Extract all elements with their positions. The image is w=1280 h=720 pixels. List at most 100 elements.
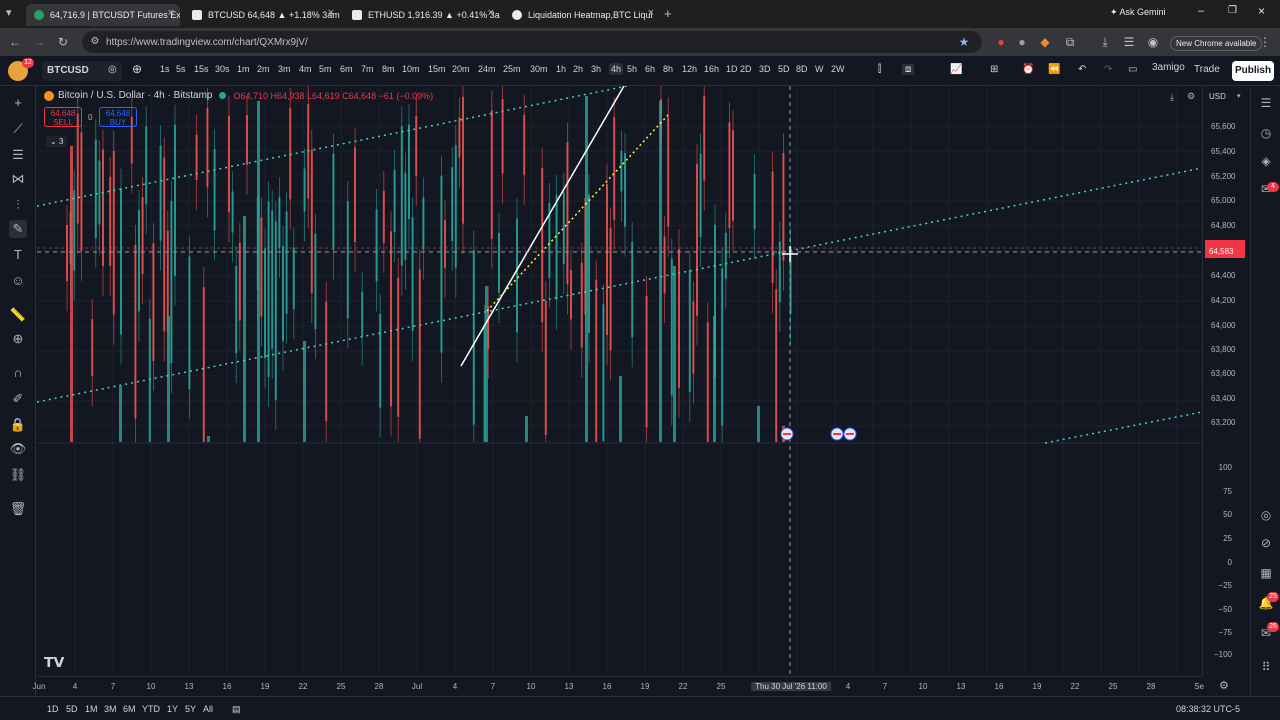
extensions-puzzle-icon[interactable]: ⧉ xyxy=(1061,33,1079,51)
interval-6m[interactable]: 6m xyxy=(340,64,353,74)
range-1Y[interactable]: 1Y xyxy=(167,704,178,714)
interval-25m[interactable]: 25m xyxy=(503,64,521,74)
crosshair-icon[interactable]: + xyxy=(9,94,27,112)
browser-tab-2[interactable]: BTCUSD 64,648 ▲ +1.18% 3am × xyxy=(184,4,340,26)
interval-20m[interactable]: 20m xyxy=(452,64,470,74)
watchlist-icon[interactable]: ☰ xyxy=(1257,94,1275,112)
range-All[interactable]: All xyxy=(203,704,213,714)
interval-3D[interactable]: 3D xyxy=(759,64,771,74)
range-1D[interactable]: 1D xyxy=(47,704,59,714)
range-3M[interactable]: 3M xyxy=(104,704,117,714)
price-axis[interactable]: USD ▾ 65,600 65,400 65,200 65,000 64,800 64,4… xyxy=(1202,86,1250,676)
magnet-icon[interactable]: ∩ xyxy=(9,364,27,382)
replay-icon[interactable]: ⏪ xyxy=(1048,64,1060,75)
more-dots-icon[interactable]: ⠿ xyxy=(1257,658,1275,676)
interval-15s[interactable]: 15s xyxy=(194,64,209,74)
back-icon[interactable]: ← xyxy=(6,33,24,51)
tab-search-icon[interactable]: ▾ xyxy=(6,6,12,19)
close-icon[interactable]: × xyxy=(328,7,334,19)
fib-icon[interactable]: ☰ xyxy=(9,146,27,164)
chevron-down-icon[interactable]: ▾ xyxy=(1237,92,1241,100)
range-5Y[interactable]: 5Y xyxy=(185,704,196,714)
interval-4h[interactable]: 4h xyxy=(609,63,624,75)
interval-7m[interactable]: 7m xyxy=(361,64,374,74)
pattern-icon[interactable]: ⋈ xyxy=(9,170,27,188)
settings-icon[interactable]: ⚙ xyxy=(1187,91,1195,102)
projection-icon[interactable]: ⫶ xyxy=(9,196,27,214)
interval-4m[interactable]: 4m xyxy=(299,64,312,74)
price-chart[interactable] xyxy=(37,86,1202,676)
ask-gemini-button[interactable]: ✦ Ask Gemini xyxy=(1110,7,1166,18)
interval-8D[interactable]: 8D xyxy=(796,64,808,74)
candle-type-icon[interactable]: ⫿ xyxy=(878,64,881,75)
interval-10m[interactable]: 10m xyxy=(402,64,420,74)
interval-16h[interactable]: 16h xyxy=(704,64,719,74)
interval-24m[interactable]: 24m xyxy=(478,64,496,74)
redo-icon[interactable]: ↷ xyxy=(1104,64,1112,75)
fullscreen-icon[interactable]: ▭ xyxy=(1128,64,1137,75)
trade-button[interactable]: Trade xyxy=(1194,64,1220,75)
layers-icon[interactable]: ◈ xyxy=(1257,152,1275,170)
forward-icon[interactable]: → xyxy=(30,33,48,51)
interval-8m[interactable]: 8m xyxy=(382,64,395,74)
close-window-button[interactable]: × xyxy=(1258,4,1265,18)
interval-15m[interactable]: 15m xyxy=(428,64,446,74)
layout-icon[interactable]: ⊞ xyxy=(990,64,998,75)
extension-icon[interactable]: ● xyxy=(992,33,1010,51)
emoji-icon[interactable]: ☺ xyxy=(9,272,27,290)
interval-8h[interactable]: 8h xyxy=(663,64,673,74)
time-axis[interactable]: Jun 4 7 10 13 16 19 22 25 28 Jul 4 7 10 13 16 19 22 25 4 7 10… xyxy=(33,676,1204,696)
interval-W[interactable]: W xyxy=(815,64,824,74)
reading-list-icon[interactable]: ☰ xyxy=(1120,33,1138,51)
date-range-icon[interactable]: ▤ xyxy=(232,704,241,715)
clock-icon[interactable]: ◷ xyxy=(1257,124,1275,142)
compare-add-icon[interactable]: ⊕ xyxy=(132,62,142,76)
interval-5m[interactable]: 5m xyxy=(319,64,332,74)
range-6M[interactable]: 6M xyxy=(123,704,136,714)
bookmark-star-icon[interactable]: ★ xyxy=(955,33,973,51)
alert-icon[interactable]: ⏰ xyxy=(1022,64,1034,75)
undo-icon[interactable]: ↶ xyxy=(1078,64,1086,75)
range-5D[interactable]: 5D xyxy=(66,704,78,714)
interval-1D[interactable]: 1D xyxy=(726,64,738,74)
utc-clock[interactable]: 08:38:32 UTC-5 xyxy=(1176,704,1240,714)
keep-drawing-icon[interactable]: ✐ xyxy=(9,390,27,408)
interval-2h[interactable]: 2h xyxy=(573,64,583,74)
indicators-icon[interactable]: 📈 xyxy=(950,64,962,75)
user-name[interactable]: 3amigo xyxy=(1152,62,1185,73)
download-icon[interactable]: ⤓ xyxy=(1096,33,1114,51)
gear-icon[interactable]: ⚙ xyxy=(1219,679,1229,692)
tradingview-logo[interactable]: 𝗧𝗩 xyxy=(44,654,64,671)
menu-icon[interactable]: ⋮ xyxy=(1256,33,1274,51)
interval-3m[interactable]: 3m xyxy=(278,64,291,74)
target-icon[interactable]: ◎ xyxy=(1257,506,1275,524)
extension-icon[interactable]: ◆ xyxy=(1036,33,1054,51)
ruler-icon[interactable]: 📏 xyxy=(9,306,27,324)
trendline-icon[interactable]: ⟋ xyxy=(9,120,27,138)
site-info-icon[interactable]: ⚙ xyxy=(86,33,104,51)
interval-5D[interactable]: 5D xyxy=(778,64,790,74)
publish-button[interactable]: Publish xyxy=(1232,61,1274,81)
browser-tab-3[interactable]: ETHUSD 1,916.39 ▲ +0.41% 3a × xyxy=(344,4,500,26)
ideas-icon[interactable]: ⊘ xyxy=(1257,534,1275,552)
bar-style-icon[interactable]: ⧈ xyxy=(902,64,915,75)
close-icon[interactable]: × xyxy=(168,7,174,19)
range-1M[interactable]: 1M xyxy=(85,704,98,714)
brush-icon[interactable]: ✎ xyxy=(9,220,27,238)
text-icon[interactable]: T xyxy=(9,246,27,264)
buy-button[interactable]: 64,648 BUY xyxy=(99,107,137,127)
interval-12h[interactable]: 12h xyxy=(682,64,697,74)
trash-icon[interactable]: 🗑 xyxy=(9,500,27,518)
indicators-collapse-toggle[interactable]: ⌄ 3 xyxy=(46,136,68,147)
interval-5s[interactable]: 5s xyxy=(176,64,186,74)
sell-button[interactable]: 64,648 SELL xyxy=(44,107,82,127)
interval-30m[interactable]: 30m xyxy=(530,64,548,74)
address-bar[interactable]: https://www.tradingview.com/chart/QXMrx9… xyxy=(82,31,982,53)
browser-tab-1[interactable]: 64,716.9 | BTCUSDT Futures Exc × xyxy=(26,4,180,26)
interval-5h[interactable]: 5h xyxy=(627,64,637,74)
zoom-icon[interactable]: ⊕ xyxy=(9,330,27,348)
eye-icon[interactable]: ◎ xyxy=(108,64,117,75)
interval-2D[interactable]: 2D xyxy=(740,64,752,74)
interval-3h[interactable]: 3h xyxy=(591,64,601,74)
interval-1m[interactable]: 1m xyxy=(237,64,250,74)
